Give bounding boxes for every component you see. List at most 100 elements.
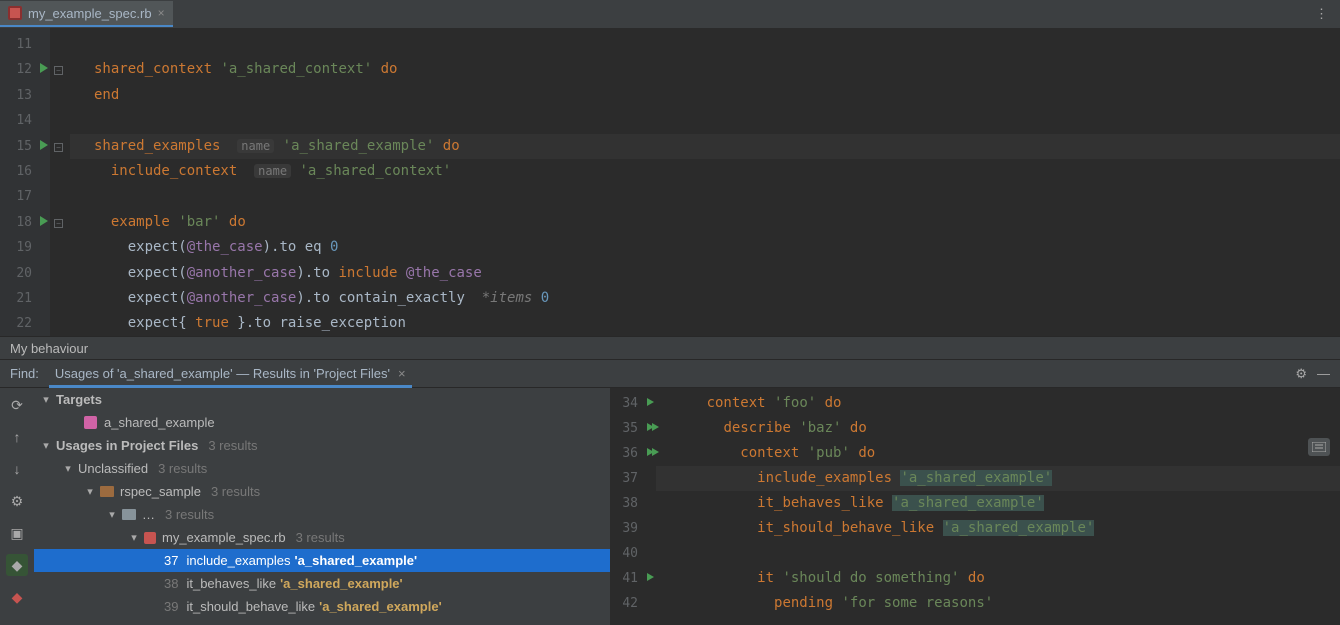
behaviour-tab-label: My behaviour	[10, 341, 88, 356]
run-gutter-icon[interactable]	[40, 140, 48, 150]
tree-file-node[interactable]: ▾ my_example_spec.rb 3 results	[34, 526, 610, 549]
fold-column: − − −	[50, 28, 70, 336]
chevron-down-icon[interactable]: ▾	[106, 508, 118, 521]
run-gutter-icon[interactable]	[40, 63, 48, 73]
run-gutter-icon[interactable]	[647, 448, 654, 456]
run-gutter-icon[interactable]	[647, 398, 654, 406]
code-line[interactable]: expect(@the_case).to eq 0	[70, 235, 1340, 260]
arrow-up-icon[interactable]: ↑	[6, 426, 28, 448]
fold-icon[interactable]: −	[54, 143, 63, 152]
reader-mode-icon[interactable]	[1308, 438, 1330, 456]
usage-hit[interactable]: 37 include_examples 'a_shared_example'	[34, 549, 610, 572]
refresh-icon[interactable]: ⟳	[6, 394, 28, 416]
arrow-down-icon[interactable]: ↓	[6, 458, 28, 480]
diff-removed-icon[interactable]: ◆	[6, 586, 28, 608]
code-line[interactable]: shared_context 'a_shared_context' do	[70, 57, 1340, 82]
line-number: 12	[0, 57, 50, 82]
line-number: 42	[610, 591, 656, 616]
line-number: 18	[0, 210, 50, 235]
run-gutter-icon[interactable]	[647, 423, 654, 431]
close-icon[interactable]: ×	[158, 6, 165, 20]
find-panel: Find: Usages of 'a_shared_example' — Res…	[0, 360, 1340, 625]
find-header: Find: Usages of 'a_shared_example' — Res…	[0, 360, 1340, 388]
preview-code-line[interactable]: it_behaves_like 'a_shared_example'	[656, 491, 1340, 516]
line-number: 40	[610, 541, 656, 566]
code-line[interactable]: example 'bar' do	[70, 210, 1340, 235]
line-number: 11	[0, 32, 50, 57]
minimize-icon[interactable]: —	[1317, 366, 1330, 382]
tree-unclassified-node[interactable]: ▾ Unclassified 3 results	[34, 457, 610, 480]
gear-icon[interactable]: ⚙	[1295, 366, 1307, 382]
chevron-down-icon[interactable]: ▾	[84, 485, 96, 498]
chevron-down-icon[interactable]: ▾	[40, 393, 52, 406]
line-number: 19	[0, 235, 50, 260]
folder-icon	[122, 509, 136, 520]
preview-code[interactable]: context 'foo' do describe 'baz' do conte…	[656, 388, 1340, 625]
preview-code-line[interactable]: context 'foo' do	[656, 391, 1340, 416]
hit-line-number: 38	[164, 576, 178, 591]
code-editor[interactable]: 111213141516171819202122 −−− shared_cont…	[0, 28, 1340, 336]
code-line[interactable]	[70, 184, 1340, 209]
line-number: 34	[610, 391, 656, 416]
code-line[interactable]: expect(@another_case).to include @the_ca…	[70, 261, 1340, 286]
line-number: 35	[610, 416, 656, 441]
symbol-icon	[84, 416, 97, 429]
close-icon[interactable]: ×	[398, 366, 406, 381]
preview-code-line[interactable]	[656, 541, 1340, 566]
chevron-down-icon[interactable]: ▾	[62, 462, 74, 475]
run-gutter-icon[interactable]	[40, 216, 48, 226]
tree-usages-node[interactable]: ▾ Usages in Project Files 3 results	[34, 434, 610, 457]
code-line[interactable]	[70, 32, 1340, 57]
line-number: 14	[0, 108, 50, 133]
project-folder-icon	[100, 486, 114, 497]
code-line[interactable]: expect(@another_case).to contain_exactly…	[70, 286, 1340, 311]
settings-icon[interactable]: ⚙	[6, 490, 28, 512]
code-line[interactable]: include_context name 'a_shared_context'	[70, 159, 1340, 184]
find-title-prefix: Find:	[10, 366, 39, 381]
line-number: 36	[610, 441, 656, 466]
line-number: 15	[0, 134, 50, 159]
preview-code-line[interactable]: pending 'for some reasons'	[656, 591, 1340, 616]
code-line[interactable]: end	[70, 83, 1340, 108]
line-number: 22	[0, 311, 50, 336]
preview-gutter: 343536373839404142	[610, 388, 656, 625]
chevron-down-icon[interactable]: ▾	[128, 531, 140, 544]
tree-dots-node[interactable]: ▾ … 3 results	[34, 503, 610, 526]
diff-added-icon[interactable]: ◆	[6, 554, 28, 576]
ruby-file-icon	[8, 6, 22, 20]
preview-code-line[interactable]: include_examples 'a_shared_example'	[656, 466, 1340, 491]
run-gutter-icon[interactable]	[647, 573, 654, 581]
hit-line-number: 39	[164, 599, 178, 614]
find-tab[interactable]: Usages of 'a_shared_example' — Results i…	[49, 360, 412, 388]
preview-code-line[interactable]: it 'should do something' do	[656, 566, 1340, 591]
code-line[interactable]: expect{ true }.to raise_exception	[70, 311, 1340, 336]
fold-icon[interactable]: −	[54, 66, 63, 75]
behaviour-tab[interactable]: My behaviour	[0, 336, 1340, 360]
line-number: 13	[0, 83, 50, 108]
tab-filename: my_example_spec.rb	[28, 6, 152, 21]
tab-menu-icon[interactable]: ⋮	[1315, 6, 1328, 22]
hit-line-number: 37	[164, 553, 178, 568]
find-tab-label: Usages of 'a_shared_example' — Results i…	[55, 366, 390, 381]
usage-hit[interactable]: 38 it_behaves_like 'a_shared_example'	[34, 572, 610, 595]
tree-project-node[interactable]: ▾ rspec_sample 3 results	[34, 480, 610, 503]
tree-target-item[interactable]: a_shared_example	[34, 411, 610, 434]
line-number: 39	[610, 516, 656, 541]
preview-code-line[interactable]: describe 'baz' do	[656, 416, 1340, 441]
preview-code-line[interactable]: it_should_behave_like 'a_shared_example'	[656, 516, 1340, 541]
fold-icon[interactable]: −	[54, 219, 63, 228]
editor-gutter: 111213141516171819202122	[0, 28, 50, 336]
code-line[interactable]: shared_examples name 'a_shared_example' …	[70, 134, 1340, 159]
tree-targets-node[interactable]: ▾ Targets	[34, 388, 610, 411]
code-area[interactable]: shared_context 'a_shared_context' doend s…	[70, 28, 1340, 336]
usage-hit[interactable]: 39 it_should_behave_like 'a_shared_examp…	[34, 595, 610, 618]
usage-preview[interactable]: 343536373839404142 context 'foo' do desc…	[610, 388, 1340, 625]
editor-tab[interactable]: my_example_spec.rb ×	[0, 1, 173, 27]
group-icon[interactable]: ▣	[6, 522, 28, 544]
line-number: 41	[610, 566, 656, 591]
usages-tree[interactable]: ▾ Targets a_shared_example ▾ Usages in P…	[34, 388, 610, 625]
chevron-down-icon[interactable]: ▾	[40, 439, 52, 452]
code-line[interactable]	[70, 108, 1340, 133]
preview-code-line[interactable]: context 'pub' do	[656, 441, 1340, 466]
line-number: 21	[0, 286, 50, 311]
